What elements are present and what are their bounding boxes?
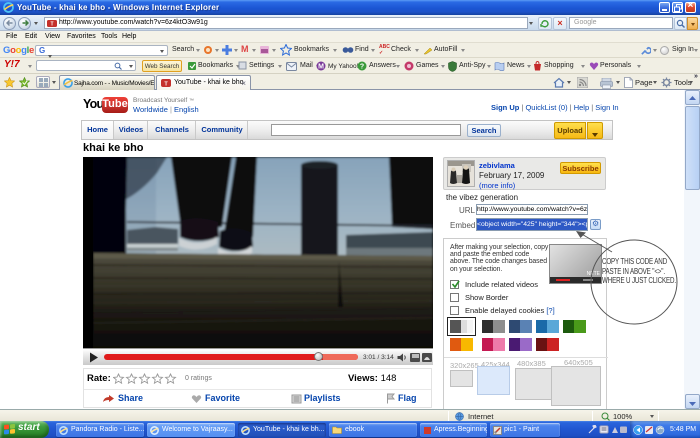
svg-text:?: ? bbox=[360, 64, 364, 71]
svg-text:T: T bbox=[50, 21, 53, 27]
svg-text:M: M bbox=[318, 64, 324, 71]
